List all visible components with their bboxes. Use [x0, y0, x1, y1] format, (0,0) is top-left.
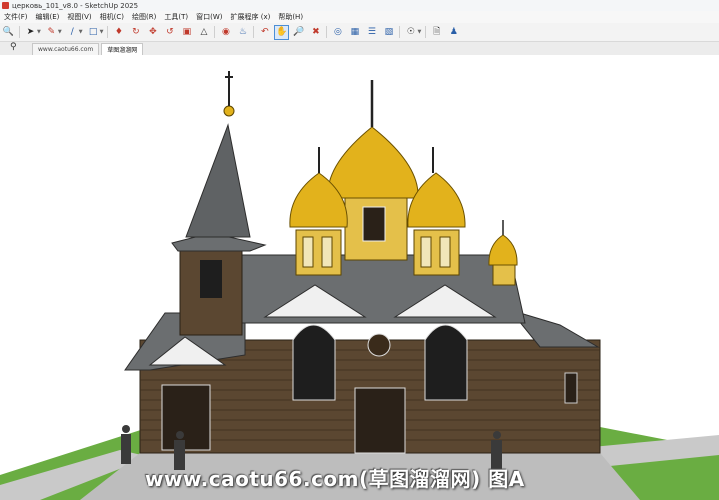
scene-tab-main[interactable]: 草图溜溜网 — [101, 43, 144, 55]
left-drum-window — [302, 236, 314, 268]
user-circle-icon[interactable]: ☉ — [404, 26, 417, 39]
right-onion-dome — [407, 172, 466, 228]
toolbar-separator — [399, 26, 401, 38]
orbit-icon[interactable]: ↶ — [258, 26, 271, 39]
menu-help[interactable]: 帮助(H) — [274, 12, 307, 22]
rectangle-icon[interactable]: □ — [87, 26, 100, 39]
rose-window — [367, 333, 391, 357]
small-drum — [492, 262, 516, 286]
main-door — [354, 387, 406, 454]
line-draw-icon[interactable]: ∕ — [66, 26, 79, 39]
left-drum-window — [321, 236, 333, 268]
arched-window-left — [292, 324, 336, 401]
paint-bucket-icon[interactable]: ♨ — [236, 26, 249, 39]
menu-window[interactable]: 窗口(W) — [192, 12, 226, 22]
zoom-search-icon[interactable]: 🔍 — [2, 26, 15, 39]
scene-tab-bar: www.caotu66.com 草图溜溜网 — [0, 42, 719, 56]
model-viewport[interactable] — [0, 55, 719, 500]
main-toolbar: 🔍 ➤ ▼ ✎ ▼ ∕ ▼ □ ▼ ♦ ↻ ✥ ↺ ▣ △ ◉ ♨ ↶ ✋ 🔎 ✖ ◎ … — [0, 23, 719, 42]
follow-me-icon[interactable]: ↻ — [129, 26, 142, 39]
tent-spire — [185, 123, 251, 238]
window-title: церковь_101_v8.0 - SketchUp 2025 — [12, 1, 139, 10]
toolbar-separator — [326, 26, 328, 38]
spire-gold-ball — [223, 105, 235, 117]
pan-hand-icon[interactable]: ✋ — [274, 24, 290, 40]
section-icon[interactable]: ◎ — [331, 26, 344, 39]
tape-measure-icon[interactable]: ◉ — [219, 26, 232, 39]
menu-draw[interactable]: 绘图(R) — [128, 12, 160, 22]
layers-icon[interactable]: ☰ — [365, 26, 378, 39]
sandbox-icon[interactable]: ▦ — [348, 26, 361, 39]
menu-extensions[interactable]: 扩展程序 (x) — [226, 12, 274, 22]
central-onion-dome — [327, 126, 419, 199]
scene-tab-website[interactable]: www.caotu66.com — [32, 43, 100, 55]
toolbar-separator — [253, 26, 255, 38]
toolbar-separator — [425, 26, 427, 38]
select-arrow-icon[interactable]: ➤ — [24, 26, 37, 39]
watermark-text: www.caotu66.com(草图溜溜网) 图A — [145, 467, 525, 491]
toolbar-separator — [214, 26, 216, 38]
small-onion-dome — [488, 234, 518, 266]
toolbar-separator — [107, 26, 109, 38]
menu-tools[interactable]: 工具(T) — [160, 12, 192, 22]
move-icon[interactable]: ✥ — [146, 26, 159, 39]
triangle-icon[interactable]: △ — [197, 26, 210, 39]
drum-window — [362, 206, 386, 242]
new-file-icon[interactable]: 🗎 — [430, 26, 443, 39]
menu-edit[interactable]: 编辑(E) — [32, 12, 64, 22]
dropdown-arrow-icon[interactable]: ▼ — [100, 29, 104, 35]
church-model-drawing — [0, 71, 719, 500]
sketchup-app-icon — [2, 2, 9, 9]
eraser-pencil-icon[interactable]: ✎ — [45, 26, 58, 39]
toolbar-separator — [19, 26, 20, 38]
account-icon[interactable]: ♟ — [447, 26, 460, 39]
menu-file[interactable]: 文件(F) — [0, 12, 32, 22]
right-drum-window — [420, 236, 432, 268]
side-window — [564, 372, 578, 404]
menu-camera[interactable]: 相机(C) — [96, 12, 128, 22]
dropdown-arrow-icon[interactable]: ▼ — [37, 29, 41, 35]
push-pull-icon[interactable]: ♦ — [112, 26, 125, 39]
menu-view[interactable]: 视图(V) — [63, 12, 95, 22]
right-drum-window — [439, 236, 451, 268]
side-door — [161, 384, 211, 451]
arched-window-right — [424, 324, 468, 401]
menu-bar: 文件(F) 编辑(E) 视图(V) 相机(C) 绘图(R) 工具(T) 窗口(W… — [0, 11, 719, 23]
scale-icon[interactable]: ▣ — [180, 26, 193, 39]
dropdown-arrow-icon[interactable]: ▼ — [58, 29, 62, 35]
dropdown-arrow-icon[interactable]: ▼ — [417, 29, 421, 35]
dropdown-arrow-icon[interactable]: ▼ — [79, 29, 83, 35]
bell-tower-opening — [200, 260, 222, 298]
zoom-icon[interactable]: 🔎 — [292, 26, 305, 39]
rotate-icon[interactable]: ↺ — [163, 26, 176, 39]
search-icon[interactable]: ⚲ — [10, 42, 17, 52]
zoom-extents-icon[interactable]: ✖ — [309, 26, 322, 39]
title-bar: церковь_101_v8.0 - SketchUp 2025 — [0, 0, 719, 11]
components-icon[interactable]: ▧ — [382, 26, 395, 39]
